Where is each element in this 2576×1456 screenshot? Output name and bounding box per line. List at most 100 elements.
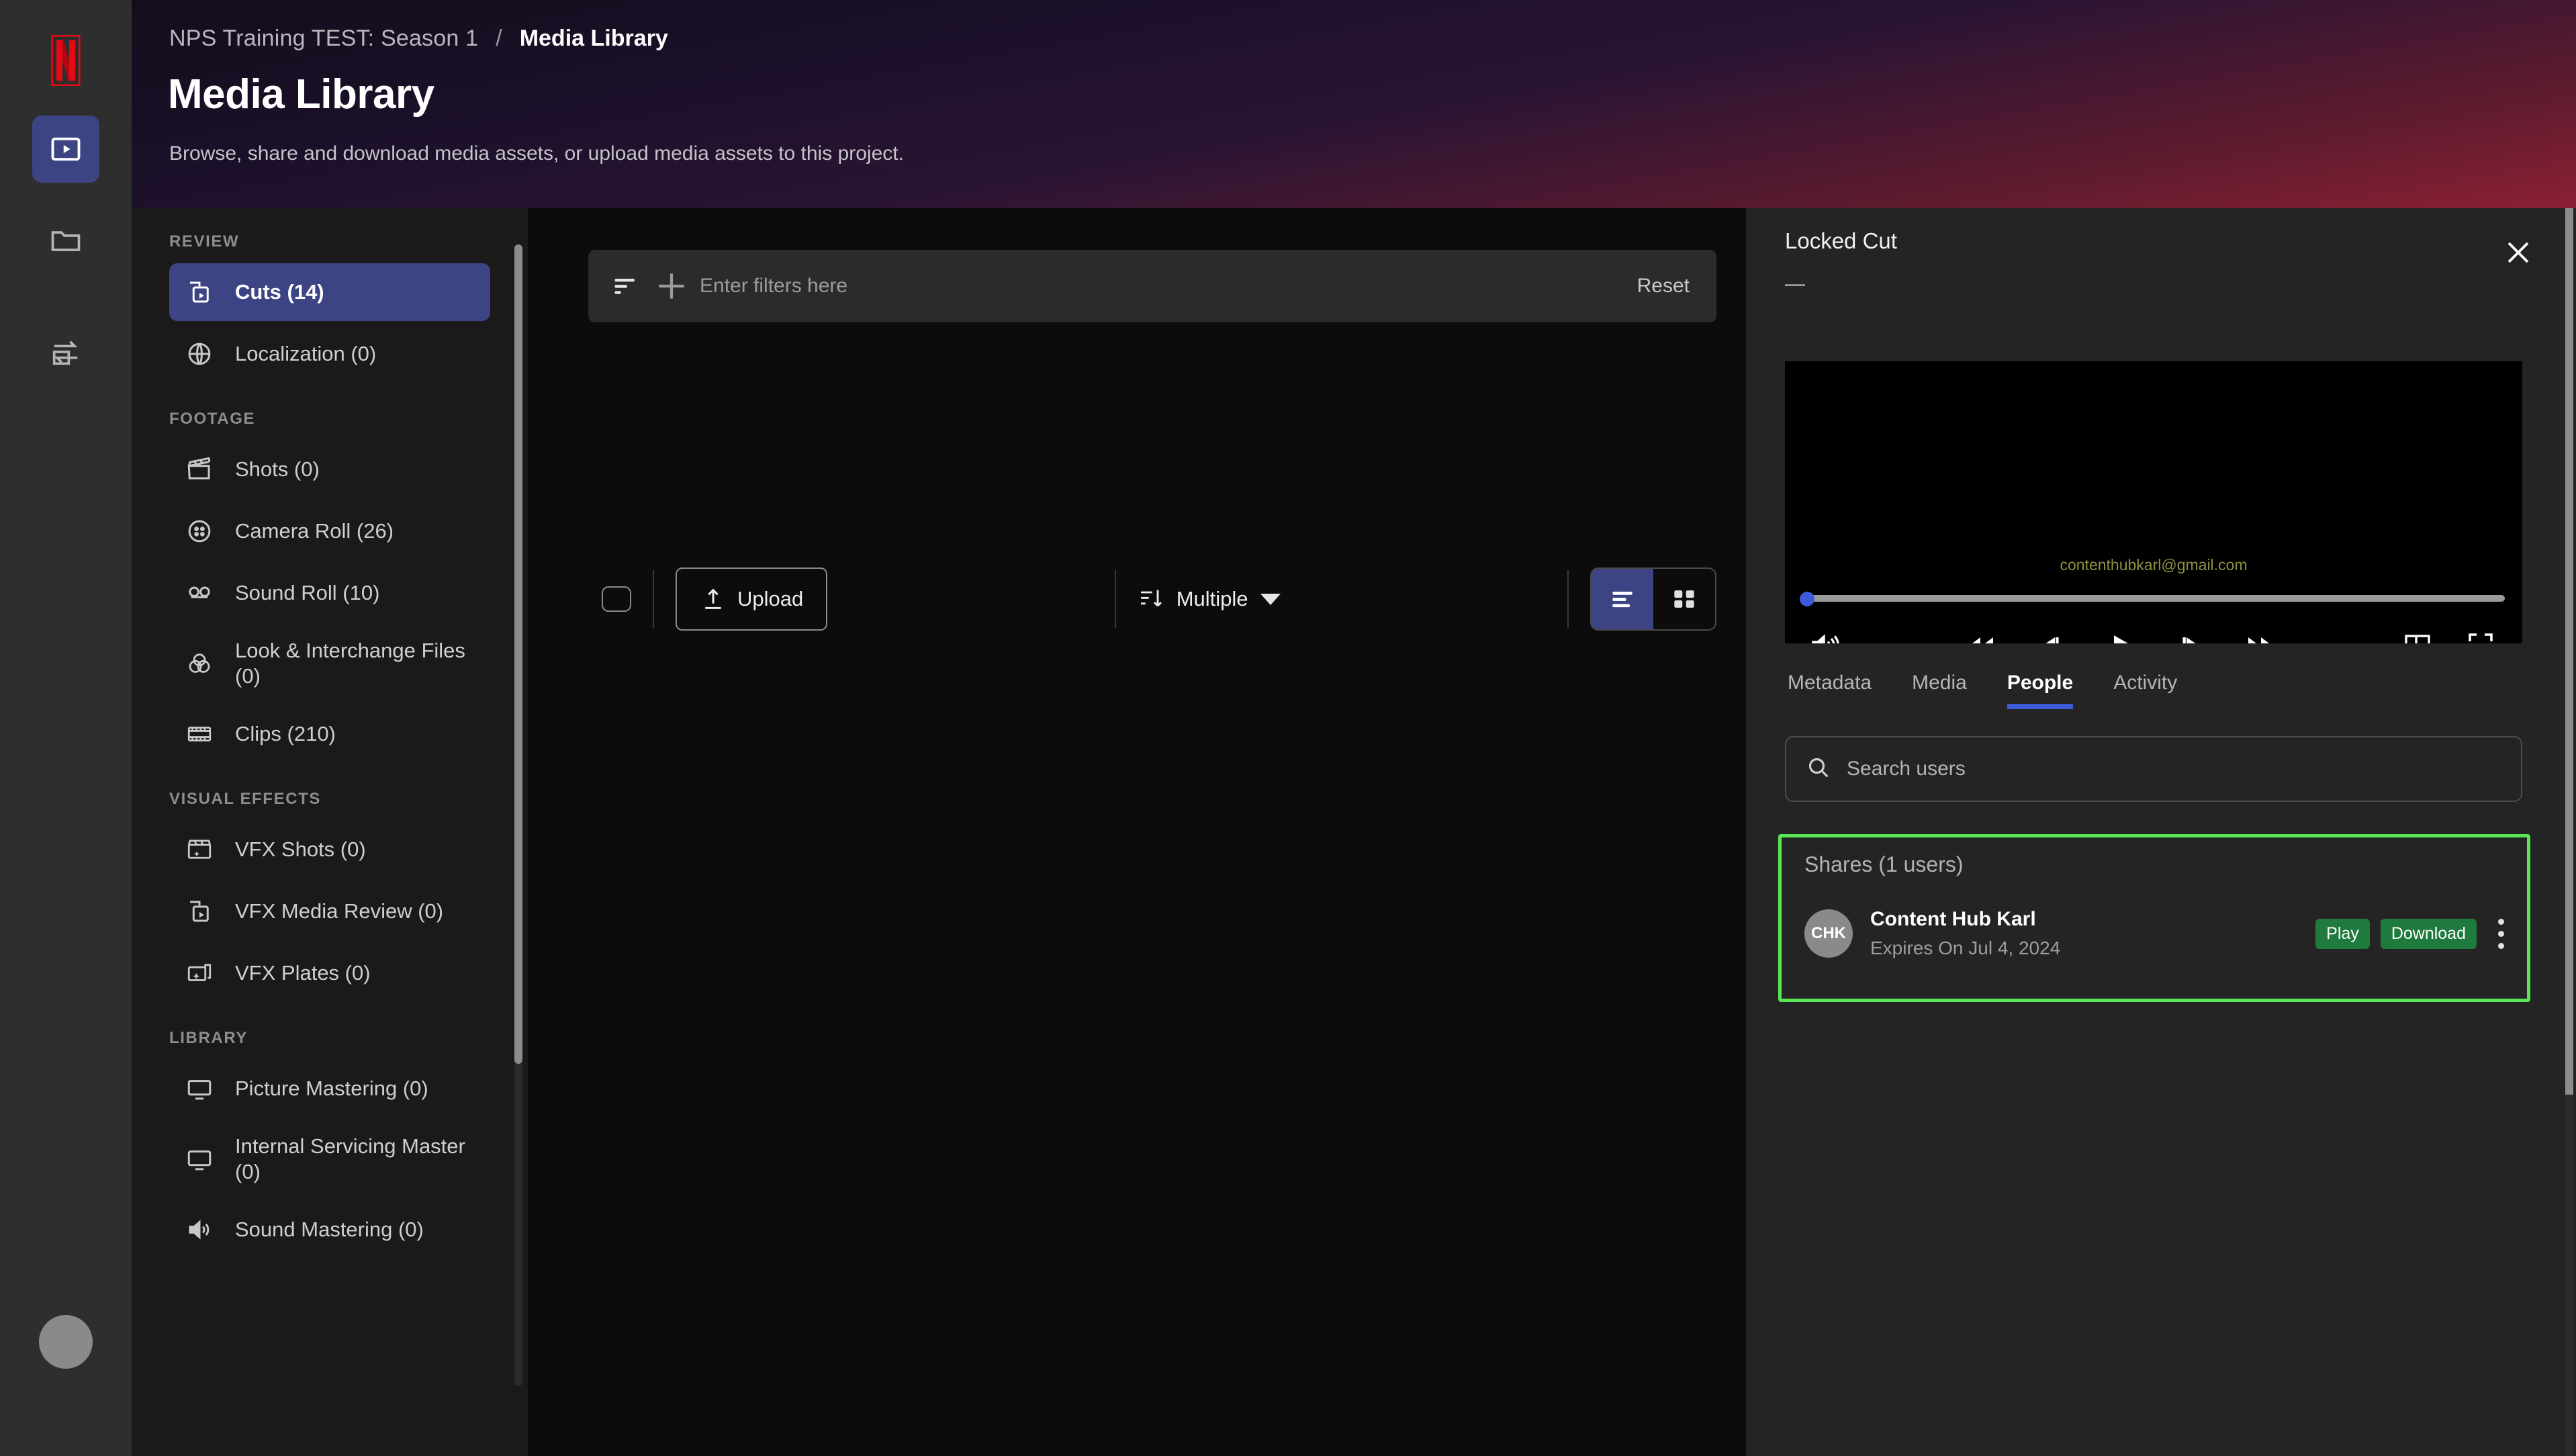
filter-icon[interactable]	[611, 271, 641, 301]
more-options-icon[interactable]	[2498, 918, 2504, 949]
list-view-button[interactable]	[1592, 569, 1654, 629]
sidebar-scrollbar-thumb[interactable]	[514, 244, 522, 1064]
detail-panel-scrollbar-thumb[interactable]	[2565, 208, 2573, 1095]
filter-input[interactable]	[700, 275, 1637, 298]
sidebar-item-label: VFX Plates (0)	[235, 961, 371, 985]
upload-button[interactable]: Upload	[676, 567, 828, 631]
sidebar-item-label: Sound Roll (10)	[235, 581, 380, 605]
add-filter-icon[interactable]	[653, 267, 690, 305]
sidebar-item-camera-roll-26[interactable]: Camera Roll (26)	[169, 502, 490, 560]
grid-view-button[interactable]	[1653, 569, 1715, 629]
shares-count: (1 users)	[1878, 852, 1964, 876]
player-progress-knob[interactable]	[1800, 592, 1814, 606]
sidebar-item-label: Internal Servicing Master (0)	[235, 1134, 465, 1183]
rewind-icon[interactable]	[1965, 629, 1997, 643]
badge-download[interactable]: Download	[2380, 918, 2477, 949]
sort-selector-label: Multiple	[1176, 587, 1248, 610]
sidebar-group-label: REVIEW	[169, 232, 240, 251]
detail-panel: Locked Cut — contenthubkarl@gmail.com Me…	[1746, 208, 2576, 1456]
sidebar-item-label: Clips (210)	[235, 722, 336, 746]
sidebar-item-label: Look & Interchange Files (0)	[235, 639, 465, 688]
share-user-row[interactable]: CHK Content Hub Karl Expires On Jul 4, 2…	[1804, 908, 2504, 959]
sidebar-item-picture-mastering-0[interactable]: Picture Mastering (0)	[169, 1060, 490, 1118]
video-player[interactable]: contenthubkarl@gmail.com	[1785, 361, 2522, 643]
rail-item-transfer[interactable]	[32, 318, 99, 385]
select-all-checkbox[interactable]	[602, 586, 631, 612]
sidebar-item-internal-servicing-master-0[interactable]: Internal Servicing Master (0)	[169, 1122, 490, 1197]
page-title: Media Library	[168, 71, 434, 118]
reset-filters-button[interactable]: Reset	[1637, 275, 1694, 298]
sidebar-item-label: Picture Mastering (0)	[235, 1077, 428, 1101]
sidebar-item-label: Camera Roll (26)	[235, 519, 394, 543]
sidebar-item-look-interchange-files-0[interactable]: Look & Interchange Files (0)	[169, 626, 490, 701]
step-forward-icon[interactable]	[2174, 629, 2207, 643]
film-reel-icon	[184, 516, 215, 547]
breadcrumb-current: Media Library	[519, 26, 668, 51]
sort-selector[interactable]: Multiple	[1138, 586, 1281, 612]
shares-heading-label: Shares	[1804, 852, 1873, 876]
sidebar-item-label: Sound Mastering (0)	[235, 1218, 424, 1242]
sort-icon	[1140, 590, 1162, 607]
player-progress-track[interactable]	[1802, 595, 2505, 602]
netflix-logo[interactable]	[35, 30, 97, 91]
share-user-name: Content Hub Karl	[1870, 908, 2036, 930]
layout-icon[interactable]	[2401, 629, 2434, 643]
sidebar-group-label: VISUAL EFFECTS	[169, 790, 321, 808]
page-subtitle: Browse, share and download media assets,…	[169, 142, 904, 165]
share-user-expiry: Expires On Jul 4, 2024	[1870, 938, 2061, 958]
breadcrumb-separator: /	[496, 26, 502, 51]
play-icon[interactable]	[2105, 629, 2137, 643]
tab-media[interactable]: Media	[1912, 672, 1967, 709]
detail-panel-tabs: Metadata Media People Activity	[1788, 672, 2177, 709]
sidebar-nav: REVIEW Cuts (14) Localization (0) FOOTAGE Sh…	[132, 208, 528, 1456]
search-icon	[1805, 754, 1832, 784]
upload-button-label: Upload	[737, 587, 804, 610]
app-root: NPS Training TEST: Season 1 / Media Libr…	[0, 0, 2576, 1456]
icon-rail	[0, 0, 132, 1456]
detail-panel-title: Locked Cut	[1785, 228, 1897, 253]
cuts-icon	[184, 896, 215, 927]
filter-bar: Reset	[588, 250, 1716, 322]
avatar: CHK	[1804, 909, 1853, 958]
volume-icon[interactable]	[1808, 629, 1840, 643]
sidebar-item-label: VFX Shots (0)	[235, 837, 366, 862]
user-search-box[interactable]	[1785, 736, 2522, 802]
close-icon[interactable]	[2502, 236, 2534, 269]
player-controls	[1785, 618, 2522, 643]
cuts-icon	[184, 277, 215, 308]
fast-forward-icon[interactable]	[2244, 629, 2276, 643]
view-toggle	[1590, 567, 1717, 631]
monitor-icon	[184, 1144, 215, 1175]
divider-2	[1114, 570, 1116, 628]
tab-metadata[interactable]: Metadata	[1788, 672, 1872, 709]
chevron-down-icon	[1260, 593, 1281, 605]
speaker-icon	[184, 1214, 215, 1245]
sidebar-item-shots-0[interactable]: Shots (0)	[169, 441, 490, 498]
rail-item-folder[interactable]	[32, 207, 99, 274]
fullscreen-icon[interactable]	[2465, 629, 2497, 644]
sidebar-item-clips-210[interactable]: Clips (210)	[169, 705, 490, 763]
divider	[653, 570, 654, 628]
sidebar-item-label: Cuts (14)	[235, 280, 324, 304]
rail-item-media[interactable]	[32, 116, 99, 183]
user-avatar[interactable]	[39, 1315, 93, 1369]
sidebar-item-sound-roll-10[interactable]: Sound Roll (10)	[169, 564, 490, 622]
step-back-icon[interactable]	[2035, 629, 2067, 643]
color-wheels-icon	[184, 648, 215, 679]
breadcrumb-project[interactable]: NPS Training TEST: Season 1	[169, 26, 478, 52]
sidebar-item-sound-mastering-0[interactable]: Sound Mastering (0)	[169, 1201, 490, 1259]
badge-play[interactable]: Play	[2315, 918, 2370, 949]
tab-people[interactable]: People	[2007, 672, 2074, 709]
breadcrumb: NPS Training TEST: Season 1 / Media Libr…	[169, 26, 668, 52]
sidebar-item-vfx-plates-0[interactable]: VFX Plates (0)	[169, 944, 490, 1002]
vfx-clapper-icon	[184, 834, 215, 865]
tape-reel-icon	[184, 578, 215, 608]
sidebar-item-vfx-shots-0[interactable]: VFX Shots (0)	[169, 821, 490, 878]
sidebar-item-cuts-14[interactable]: Cuts (14)	[169, 263, 490, 321]
shares-section: Shares (1 users) CHK Content Hub Karl Ex…	[1778, 834, 2530, 1002]
search-users-input[interactable]	[1847, 758, 2502, 780]
page-header: NPS Training TEST: Season 1 / Media Libr…	[132, 0, 2576, 215]
tab-activity[interactable]: Activity	[2113, 672, 2177, 709]
sidebar-item-vfx-media-review-0[interactable]: VFX Media Review (0)	[169, 882, 490, 940]
sidebar-item-localization-0[interactable]: Localization (0)	[169, 325, 490, 383]
